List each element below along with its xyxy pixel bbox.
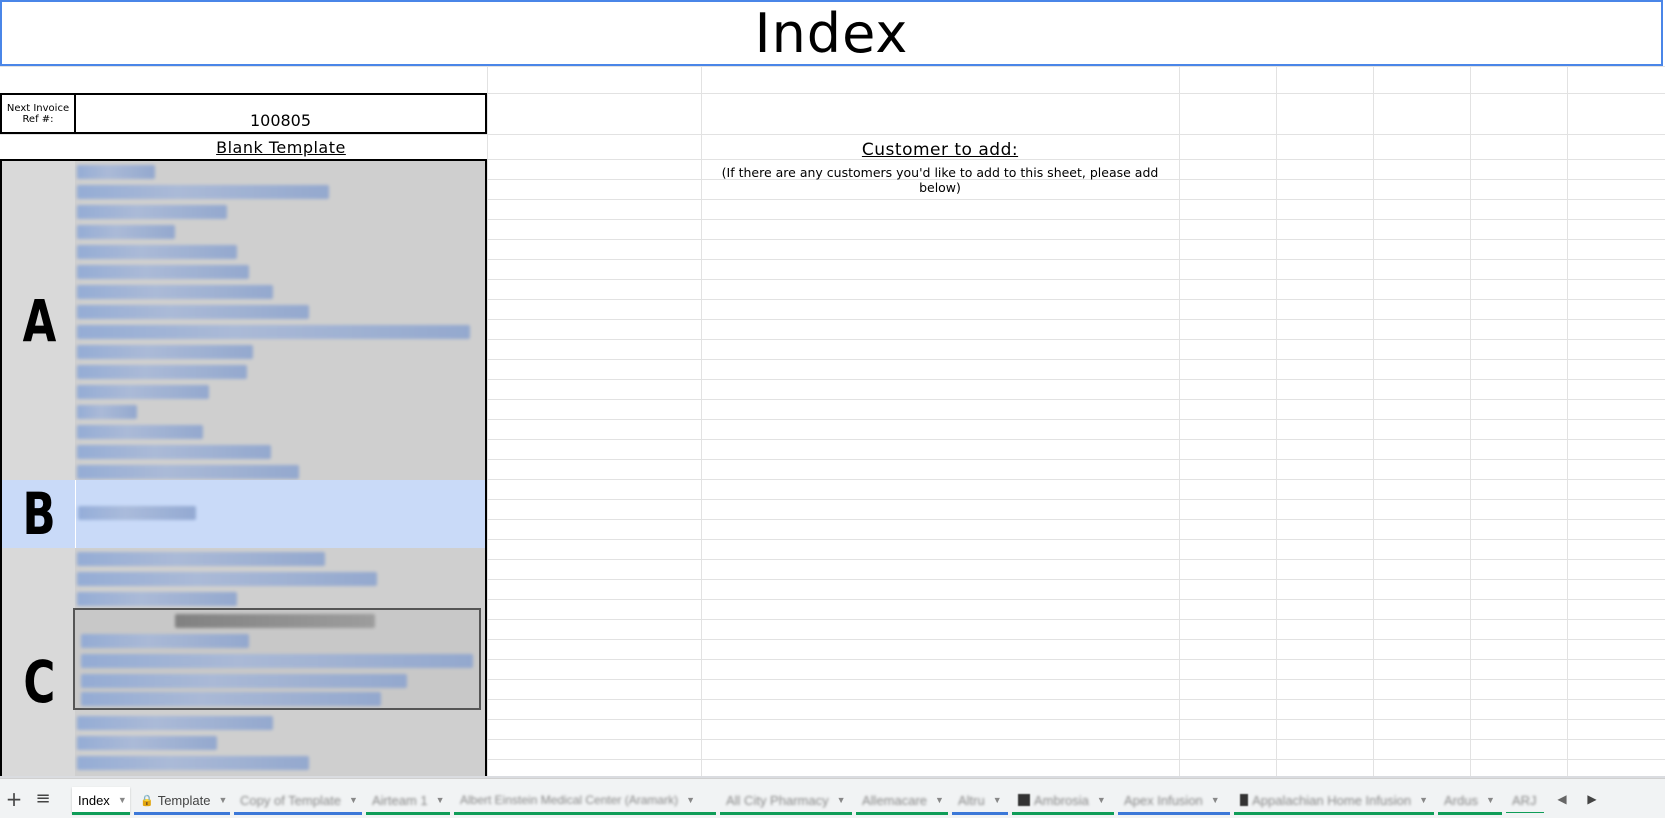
invoice-value[interactable]: 100805: [76, 95, 485, 132]
lock-icon: 🔒: [140, 794, 154, 807]
chevron-down-icon[interactable]: ▼: [118, 795, 127, 805]
grid-line: [0, 66, 1665, 67]
chevron-down-icon[interactable]: ▼: [218, 795, 227, 805]
title-cell[interactable]: Index: [0, 0, 1663, 66]
grid-line: [0, 134, 1665, 135]
grid-line: [1276, 66, 1277, 776]
blank-template-link[interactable]: Blank Template: [75, 138, 487, 157]
tab-ambrosia[interactable]: Ambrosia ▼: [1012, 787, 1114, 815]
grid-line: [1470, 66, 1471, 776]
invoice-box: Next Invoice Ref #: 100805: [0, 93, 487, 134]
list-item[interactable]: [77, 465, 299, 479]
tab-appalachian[interactable]: Appalachian Home Infusion ▼: [1234, 787, 1434, 815]
section-b: B: [0, 480, 487, 548]
tab-altru[interactable]: Altru ▼: [952, 787, 1008, 815]
list-item[interactable]: [77, 592, 237, 606]
section-c-list: [73, 548, 485, 776]
list-item[interactable]: [77, 165, 155, 179]
list-item[interactable]: [77, 265, 249, 279]
page-title: Index: [754, 1, 909, 65]
letter-b: B: [2, 480, 77, 548]
list-item[interactable]: [77, 405, 137, 419]
list-item[interactable]: [77, 345, 253, 359]
grid-line: [1567, 66, 1568, 776]
list-item[interactable]: [77, 445, 271, 459]
grid-line: [1179, 66, 1180, 776]
section-b-list: [75, 480, 486, 548]
customer-add-heading: Customer to add:: [861, 140, 1019, 160]
grid-line: [487, 66, 488, 776]
tab-albert-einstein[interactable]: Albert Einstein Medical Center (Aramark)…: [454, 787, 716, 815]
letter-c: C: [2, 588, 77, 776]
list-item[interactable]: [77, 552, 325, 566]
tab-ardus[interactable]: Ardus ▼: [1438, 787, 1502, 815]
tab-apex-infusion[interactable]: Apex Infusion ▼: [1118, 787, 1230, 815]
list-item[interactable]: [77, 205, 227, 219]
tab-allemacare[interactable]: Allemacare ▼: [856, 787, 948, 815]
section-c: C: [0, 548, 487, 776]
tab-copy-of-template[interactable]: Copy of Template ▼: [234, 787, 362, 815]
list-item[interactable]: [77, 385, 209, 399]
section-a: A: [0, 159, 487, 480]
letter-a: A: [2, 161, 77, 480]
list-item[interactable]: [77, 185, 329, 199]
customer-add-note: (If there are any customers you'd like t…: [721, 165, 1159, 195]
subgroup-box: [73, 608, 481, 710]
list-item[interactable]: [81, 674, 407, 688]
list-item[interactable]: [77, 716, 273, 730]
tab-index[interactable]: Index ▼: [72, 787, 130, 815]
list-item[interactable]: [77, 305, 309, 319]
invoice-label: Next Invoice Ref #:: [2, 95, 76, 132]
list-item[interactable]: [81, 634, 249, 648]
list-item[interactable]: [81, 692, 381, 706]
list-item[interactable]: [77, 245, 237, 259]
section-a-list: [75, 161, 485, 480]
list-item[interactable]: [78, 506, 196, 520]
grid-line: [1373, 66, 1374, 776]
menu-icon[interactable]: ≡: [32, 787, 54, 811]
list-item[interactable]: [81, 654, 473, 668]
list-item[interactable]: [77, 285, 273, 299]
list-item[interactable]: [77, 736, 217, 750]
list-item[interactable]: [77, 225, 175, 239]
chevron-left-icon[interactable]: ◀: [1552, 788, 1572, 810]
list-item[interactable]: [77, 425, 203, 439]
list-item[interactable]: [77, 325, 470, 339]
chevron-right-icon[interactable]: ▶: [1582, 788, 1602, 810]
list-item[interactable]: [77, 756, 309, 770]
tab-all-city-pharmacy[interactable]: All City Pharmacy ▼: [720, 787, 852, 815]
list-item[interactable]: [77, 365, 247, 379]
tab-template[interactable]: 🔒 Template ▼: [134, 787, 230, 815]
tab-arj[interactable]: ARJ: [1506, 787, 1544, 813]
tab-airteam[interactable]: Airteam 1 ▼: [366, 787, 450, 815]
sheet-tab-bar: + ≡ Index ▼ 🔒 Template ▼ Copy of Template ▼…: [0, 778, 1665, 818]
subgroup-header: [175, 614, 375, 628]
list-item[interactable]: [77, 572, 377, 586]
plus-icon[interactable]: +: [4, 787, 24, 811]
